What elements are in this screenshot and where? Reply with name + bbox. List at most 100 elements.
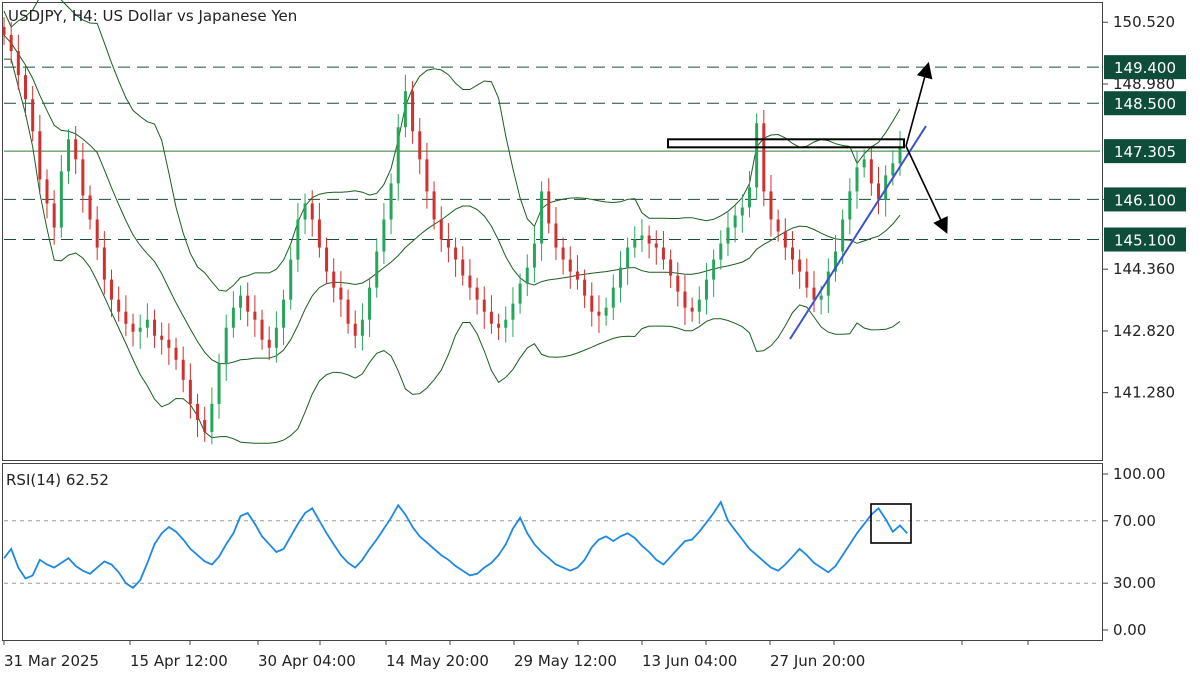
candle-body [554,223,558,248]
candle-body [346,299,350,324]
candle-body [117,299,121,312]
candle-body [461,259,465,276]
candle-body [747,187,751,208]
candle-body [196,403,200,420]
candle-body [891,163,895,176]
candle-body [532,243,536,268]
candle-body [153,319,157,336]
candle-body [848,191,852,220]
candle-body [332,271,336,288]
candle-body [798,259,802,272]
candle-body [167,339,171,348]
candle-body [475,287,479,300]
candle-body [869,159,873,184]
candle-body [375,251,379,288]
level-label: 148.500 [1114,95,1176,113]
candle-body [783,231,787,248]
candle-body [102,247,106,280]
candle-body [740,207,744,216]
candle-body [590,295,594,312]
candle-body [633,239,637,248]
candle-body [188,379,192,404]
candle-body [575,271,579,280]
candle-body [819,295,823,300]
level-label: 147.305 [1114,143,1176,161]
candle-body [898,147,902,164]
candle-body [231,307,235,328]
candle-body [654,243,658,248]
rsi-tick-label: 70.00 [1113,512,1156,530]
candle-body [690,307,694,312]
candle-body [9,35,13,52]
candle-body [246,295,250,312]
candle-body [726,227,730,244]
candle-body [611,287,615,308]
candle-body [52,203,56,228]
price-tick-label: 150.520 [1113,13,1175,31]
candle-body [368,287,372,320]
rsi-title: RSI(14) 62.52 [6,471,109,489]
candle-body [769,191,773,220]
candle-body [704,279,708,300]
time-tick-label: 30 Apr 04:00 [258,652,356,670]
rsi-tick-label: 100.00 [1113,465,1166,483]
candle-body [160,335,164,340]
candle-body [110,279,114,300]
candle-body [776,219,780,232]
candle-body [274,327,278,348]
time-tick-label: 14 May 20:00 [386,652,489,670]
candle-body [841,219,845,252]
price-tick-label: 142.820 [1113,322,1175,340]
candle-body [525,267,529,284]
candle-body [812,287,816,300]
candle-body [511,303,515,320]
candle-body [317,219,321,248]
candle-body [454,247,458,260]
candle-body [45,179,49,204]
candle-body [518,283,522,304]
candle-body [547,191,551,224]
rsi-tick-label: 0.00 [1113,621,1146,639]
candle-body [719,243,723,260]
time-tick-label: 13 Jun 04:00 [642,652,737,670]
candle-body [210,403,214,432]
candle-body [217,363,221,404]
candle-body [647,235,651,244]
candle-body [124,311,128,324]
price-panel [2,2,1103,461]
candle-body [24,75,28,100]
candle-body [325,247,329,272]
candle-body [16,51,20,76]
price-tick-label: 144.360 [1113,260,1175,278]
time-tick-label: 29 May 12:00 [514,652,617,670]
candle-body [712,259,716,280]
candle-body [755,123,759,188]
candle-body [131,323,135,332]
candle-body [626,247,630,268]
time-tick-label: 15 Apr 12:00 [130,652,228,670]
candle-body [669,259,673,276]
candle-body [418,131,422,160]
candle-body [432,191,436,220]
candle-body [88,195,92,220]
candle-body [260,319,264,340]
candle-body [855,167,859,192]
candle-body [697,299,701,312]
candle-body [303,203,307,220]
price-tick-label: 141.280 [1113,384,1175,402]
candle-body [403,91,407,128]
time-tick-label: 31 Mar 2025 [4,652,99,670]
candle-body [38,131,42,180]
candle-body [446,239,450,248]
candle-body [95,219,99,248]
candle-body [468,275,472,288]
candle-body [203,419,207,432]
candle-body [425,159,429,192]
level-label: 145.100 [1114,232,1176,250]
candle-body [762,123,766,192]
candle-body [353,323,357,336]
candle-body [568,259,572,272]
candle-body [733,215,737,228]
candle-body [145,319,149,328]
candle-body [174,347,178,360]
